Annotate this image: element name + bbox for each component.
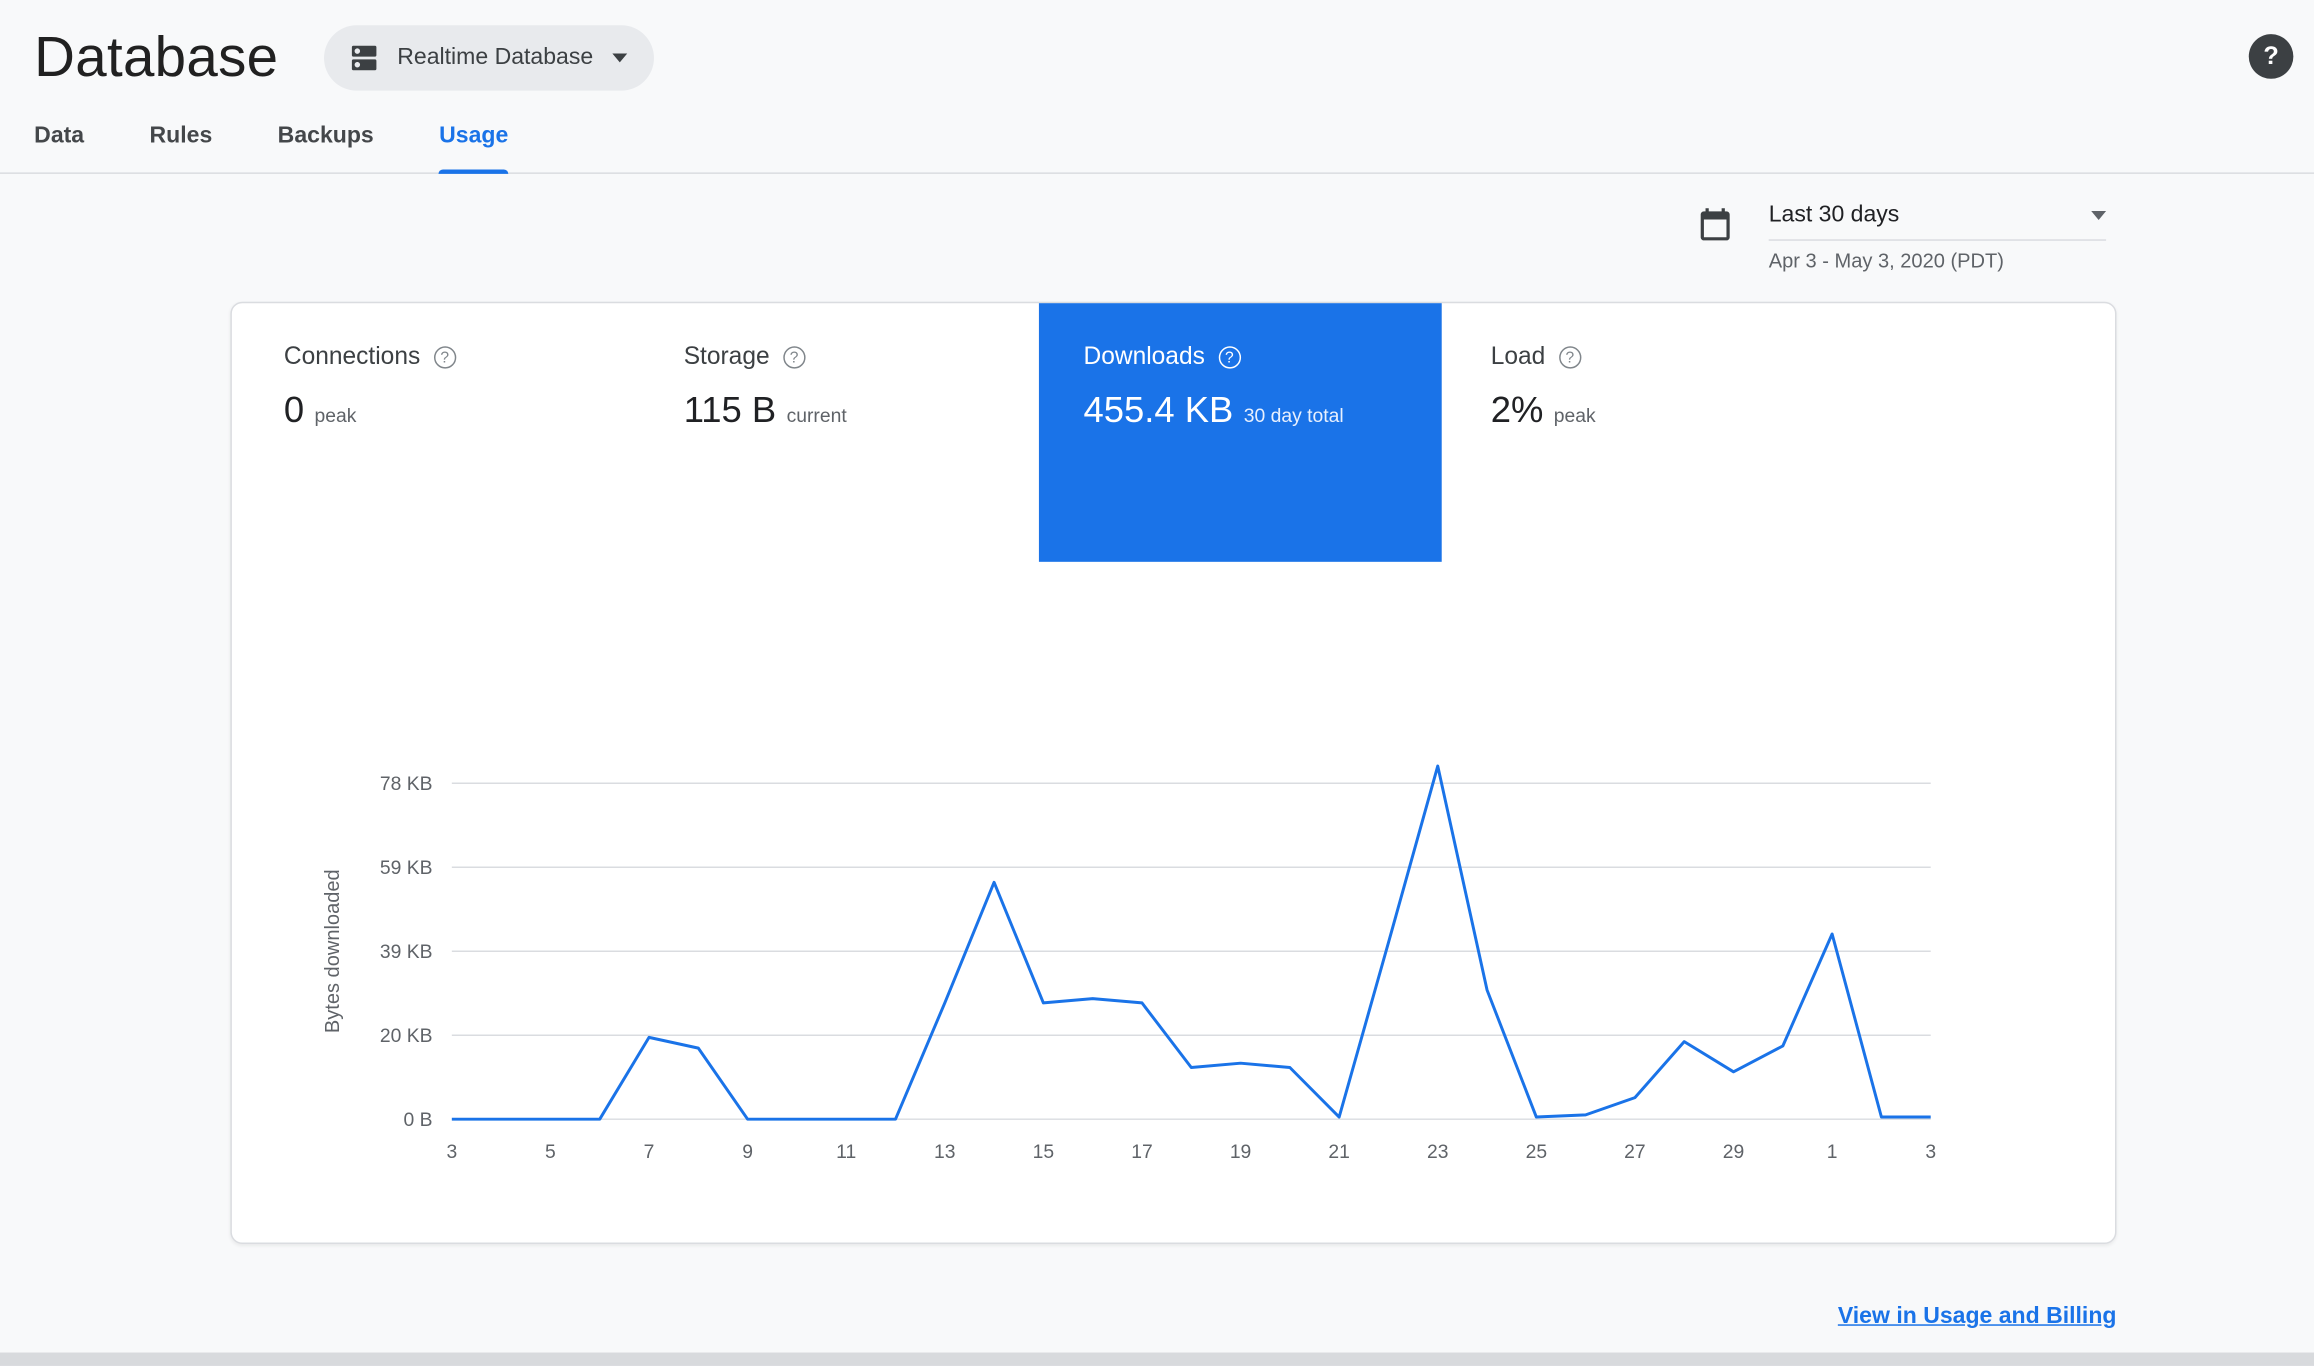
metric-unit: 30 day total xyxy=(1243,404,1344,427)
question-mark-glyph: ? xyxy=(2263,41,2279,70)
page-title: Database xyxy=(34,26,279,89)
database-icon xyxy=(352,45,377,71)
metric-title: Storage xyxy=(683,343,770,371)
metric-title: Downloads xyxy=(1083,343,1205,371)
usage-chart: 0 B20 KB39 KB59 KB78 KB3 5 7 9 11 13 15 17 19 21 2… xyxy=(322,764,1936,1163)
metric-unit: peak xyxy=(314,404,357,427)
svg-text:11: 11 xyxy=(836,1142,856,1163)
chevron-down-icon xyxy=(612,53,628,63)
metric-value-row: 455.4 KB 30 day total xyxy=(1084,391,1442,433)
metric-unit: current xyxy=(786,404,847,427)
date-range-caption: Apr 3 - May 3, 2020 (PDT) xyxy=(1768,249,2004,272)
metric-tab-connections[interactable]: Connections ? 0 peak xyxy=(284,303,456,432)
database-selector-label: Realtime Database xyxy=(397,44,594,70)
date-range-main: Last 30 days Apr 3 - May 3, 2020 (PDT) xyxy=(1768,202,2107,272)
tab-rules[interactable]: Rules xyxy=(150,104,213,172)
help-circle-icon[interactable]: ? xyxy=(1558,346,1582,369)
metric-title-row: Load ? xyxy=(1491,343,1596,371)
metric-value: 455.4 KB xyxy=(1083,390,1234,432)
metric-value-row: 2% peak xyxy=(1491,391,1596,433)
svg-text:27: 27 xyxy=(1624,1142,1645,1163)
metric-title-row: Connections ? xyxy=(284,343,456,371)
database-selector[interactable]: Realtime Database xyxy=(324,25,655,91)
date-range-picker: Last 30 days Apr 3 - May 3, 2020 (PDT) xyxy=(1696,202,2107,272)
svg-text:19: 19 xyxy=(1230,1142,1251,1163)
svg-text:78 KB: 78 KB xyxy=(380,774,433,795)
svg-text:3: 3 xyxy=(446,1142,457,1163)
usage-card: Connections ? 0 peak Storage ? 115 B cur… xyxy=(230,301,2117,1245)
svg-text:0 B: 0 B xyxy=(404,1110,433,1131)
tab-usage[interactable]: Usage xyxy=(439,104,508,174)
svg-text:21: 21 xyxy=(1328,1142,1349,1163)
metric-value-row: 0 peak xyxy=(284,391,456,433)
tab-data[interactable]: Data xyxy=(34,104,84,172)
chevron-down-icon xyxy=(2091,211,2107,220)
svg-text:17: 17 xyxy=(1131,1142,1152,1163)
firebase-database-usage-page: Database Realtime Database ? Data Rules … xyxy=(0,0,2314,1366)
svg-text:20 KB: 20 KB xyxy=(380,1026,433,1047)
metric-title-row: Storage ? xyxy=(684,343,847,371)
svg-text:13: 13 xyxy=(934,1142,955,1163)
date-range-dropdown[interactable]: Last 30 days xyxy=(1768,202,2107,241)
metric-value-row: 115 B current xyxy=(684,391,847,433)
calendar-icon xyxy=(1700,208,1730,241)
metric-title-row: Downloads ? xyxy=(1084,343,1442,371)
metric-value: 0 xyxy=(283,390,305,432)
svg-text:5: 5 xyxy=(545,1142,556,1163)
metric-value: 2% xyxy=(1490,390,1544,432)
view-usage-billing-link[interactable]: View in Usage and Billing xyxy=(1838,1303,2117,1330)
svg-text:25: 25 xyxy=(1526,1142,1547,1163)
page-bottom-edge xyxy=(0,1352,2314,1366)
svg-text:39 KB: 39 KB xyxy=(380,942,433,963)
metric-tab-load[interactable]: Load ? 2% peak xyxy=(1491,303,1596,432)
svg-text:7: 7 xyxy=(644,1142,655,1163)
svg-text:Bytes downloaded: Bytes downloaded xyxy=(322,869,344,1033)
svg-text:23: 23 xyxy=(1427,1142,1448,1163)
metric-unit: peak xyxy=(1553,404,1596,427)
help-icon[interactable]: ? xyxy=(2248,34,2294,79)
metric-tab-storage[interactable]: Storage ? 115 B current xyxy=(684,303,847,432)
help-circle-icon[interactable]: ? xyxy=(433,346,456,369)
date-range-label: Last 30 days xyxy=(1768,202,1900,228)
svg-text:29: 29 xyxy=(1723,1142,1744,1163)
tab-bar: Data Rules Backups Usage xyxy=(0,104,2314,174)
svg-text:9: 9 xyxy=(742,1142,753,1163)
metric-title: Load xyxy=(1490,343,1546,371)
page-header: Database Realtime Database xyxy=(0,0,2314,95)
svg-text:1: 1 xyxy=(1827,1142,1838,1163)
help-circle-icon[interactable]: ? xyxy=(1218,346,1241,369)
metric-title: Connections xyxy=(283,343,421,371)
svg-text:3: 3 xyxy=(1925,1142,1936,1163)
metric-tab-downloads[interactable]: Downloads ? 455.4 KB 30 day total xyxy=(1038,303,1442,562)
tab-backups[interactable]: Backups xyxy=(278,104,374,172)
help-circle-icon[interactable]: ? xyxy=(782,346,806,369)
svg-text:59 KB: 59 KB xyxy=(380,858,433,879)
metric-value: 115 B xyxy=(683,390,777,432)
svg-text:15: 15 xyxy=(1033,1142,1054,1163)
